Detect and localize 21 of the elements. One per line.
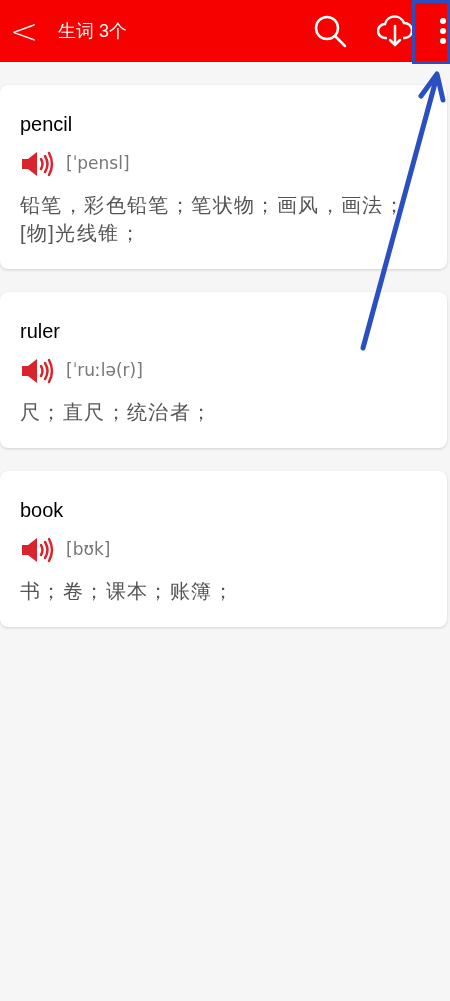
more-icon[interactable] bbox=[439, 17, 447, 45]
word-text: ruler bbox=[20, 319, 60, 344]
definition-text: 书；卷；课本；账簿； bbox=[20, 579, 235, 604]
page-title: 生词 3个 bbox=[58, 19, 127, 43]
phonetic-text: [ˈruːlə(r)] bbox=[66, 359, 143, 383]
word-card[interactable]: ruler [ˈruːlə(r)] 尺；直尺；统治者； bbox=[0, 292, 447, 448]
definition-text: 尺；直尺；统治者； bbox=[20, 400, 214, 425]
definition-text: 铅笔，彩色铅笔；笔状物；画风，画法；[物]光线锥； bbox=[20, 193, 407, 246]
cloud-download-icon[interactable] bbox=[377, 14, 413, 48]
search-icon[interactable] bbox=[313, 14, 347, 48]
speaker-icon[interactable] bbox=[20, 358, 54, 384]
phonetic-text: [bʊk] bbox=[66, 538, 111, 562]
word-card[interactable]: book [bʊk] 书；卷；课本；账簿； bbox=[0, 471, 447, 627]
word-text: pencil bbox=[20, 112, 73, 137]
word-card[interactable]: pencil [ˈpensl] 铅笔，彩色铅笔；笔状物；画风，画法；[物]光线锥； bbox=[0, 85, 447, 269]
speaker-icon[interactable] bbox=[20, 537, 54, 563]
word-text: book bbox=[20, 498, 64, 523]
back-button[interactable]: < bbox=[0, 0, 40, 62]
speaker-icon[interactable] bbox=[20, 151, 54, 177]
phonetic-text: [ˈpensl] bbox=[66, 152, 130, 176]
highlight-frame bbox=[412, 0, 450, 64]
